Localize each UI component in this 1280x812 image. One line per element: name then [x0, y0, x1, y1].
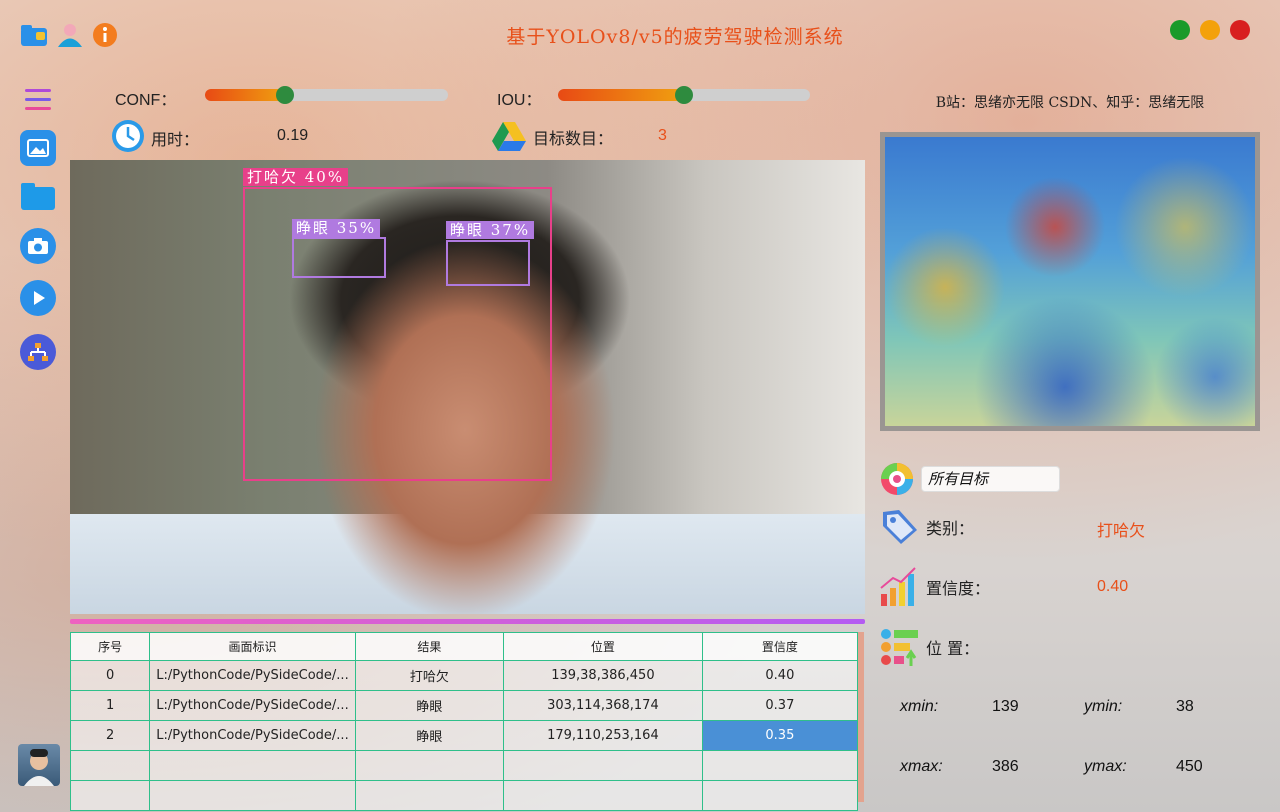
class-label: 类别： [926, 519, 975, 538]
count-label: 目标数目： [533, 129, 614, 148]
ymax-value: 450 [1176, 758, 1203, 775]
xmax-label: xmax: [900, 758, 943, 775]
table-cell[interactable] [69, 780, 151, 811]
iou-slider-fill [558, 89, 684, 101]
column-header[interactable]: 位置 [503, 632, 703, 661]
table-cell[interactable]: 1 [69, 690, 151, 721]
table-cell[interactable]: 睁眼 [354, 720, 505, 751]
minimize-button[interactable] [1170, 20, 1190, 40]
table-cell[interactable] [354, 780, 505, 811]
class-value: 打哈欠 [1097, 521, 1146, 540]
count-value: 3 [658, 127, 667, 144]
detection-box-eye-1 [292, 237, 386, 278]
clock-icon [110, 118, 146, 158]
camera-icon [27, 237, 49, 255]
iou-label: IOU： [497, 92, 542, 109]
ymin-value: 38 [1176, 698, 1194, 715]
close-button[interactable] [1230, 20, 1250, 40]
table-cell[interactable]: 2 [69, 720, 151, 751]
detection-box-eye-2 [446, 240, 530, 286]
table-cell[interactable]: 0.40 [701, 660, 859, 691]
column-header[interactable]: 置信度 [701, 632, 859, 661]
model-button[interactable] [20, 334, 56, 370]
heatmap-view [880, 132, 1260, 431]
column-header[interactable]: 序号 [69, 632, 151, 661]
confidence-value: 0.40 [1097, 578, 1129, 595]
table-row[interactable]: 2 L:/PythonCode/PySideCode/... 睁眼 179,11… [69, 720, 859, 751]
table-cell[interactable] [354, 750, 505, 781]
table-row[interactable]: 1 L:/PythonCode/PySideCode/... 睁眼 303,11… [69, 690, 859, 721]
xmin-value: 139 [992, 698, 1019, 715]
confidence-label: 置信度： [926, 579, 991, 598]
model-tree-icon [27, 342, 49, 362]
table-cell[interactable]: L:/PythonCode/PySideCode/... [149, 660, 356, 691]
table-cell[interactable]: 0 [69, 660, 151, 691]
detection-label-yawn: 打哈欠 40% [243, 168, 349, 186]
user-group-icon[interactable] [56, 22, 84, 52]
column-header[interactable]: 结果 [354, 632, 505, 661]
detection-label-eye-1: 睁眼 35% [292, 219, 381, 237]
bar-chart-icon [879, 566, 919, 612]
table-row[interactable] [69, 750, 859, 781]
table-cell[interactable]: 打哈欠 [354, 660, 505, 691]
results-table: 序号 画面标识 结果 位置 置信度 0 L:/PythonCode/PySide… [69, 632, 859, 811]
image-button[interactable] [20, 130, 56, 166]
tag-icon [879, 506, 919, 550]
table-cell[interactable]: 睁眼 [354, 690, 505, 721]
play-button[interactable] [20, 280, 56, 316]
folder-icon [20, 181, 56, 211]
time-value: 0.19 [277, 127, 309, 144]
conf-label: CONF： [115, 92, 177, 109]
table-cell[interactable] [701, 780, 859, 811]
table-header-row: 序号 画面标识 结果 位置 置信度 [69, 632, 859, 661]
maximize-button[interactable] [1200, 20, 1220, 40]
ymin-label: ymin: [1084, 698, 1123, 715]
table-cell[interactable] [701, 750, 859, 781]
table-cell[interactable] [503, 750, 703, 781]
table-cell[interactable] [149, 780, 356, 811]
credit-text: B站：思绪亦无限 CSDN、知乎：思绪无限 [935, 95, 1205, 111]
folder-person-icon[interactable] [20, 22, 48, 52]
table-cell[interactable]: 303,114,368,174 [503, 690, 703, 721]
info-icon[interactable] [92, 22, 118, 52]
table-cell[interactable] [149, 750, 356, 781]
camera-button[interactable] [20, 228, 56, 264]
image-icon [27, 139, 49, 157]
conf-slider[interactable] [205, 86, 448, 104]
table-cell[interactable] [69, 750, 151, 781]
table-cell[interactable]: 179,110,253,164 [503, 720, 703, 751]
position-icon [879, 626, 921, 672]
xmax-value: 386 [992, 758, 1019, 775]
column-header[interactable]: 画面标识 [149, 632, 356, 661]
table-cell[interactable]: L:/PythonCode/PySideCode/... [149, 690, 356, 721]
app-title: 基于YOLOv8/v5的疲劳驾驶检测系统 [506, 26, 844, 48]
iou-slider[interactable] [558, 86, 810, 104]
detection-label-eye-2: 睁眼 37% [446, 221, 535, 239]
avatar[interactable] [18, 744, 60, 786]
position-label: 位 置： [926, 639, 980, 658]
folder-button[interactable] [20, 178, 56, 214]
iou-slider-handle[interactable] [675, 86, 693, 104]
conf-slider-handle[interactable] [276, 86, 295, 104]
target-select[interactable]: 所有目标 [921, 466, 1060, 492]
progress-bar [70, 619, 865, 624]
menu-icon[interactable] [22, 86, 54, 118]
play-icon [29, 289, 47, 307]
conf-slider-fill [205, 89, 286, 101]
time-label: 用时： [151, 130, 200, 149]
table-row[interactable] [69, 780, 859, 811]
table-row[interactable]: 0 L:/PythonCode/PySideCode/... 打哈欠 139,3… [69, 660, 859, 691]
table-cell[interactable]: 0.37 [701, 690, 859, 721]
main-video-view: 打哈欠 40% 睁眼 35% 睁眼 37% [70, 160, 865, 614]
table-cell[interactable]: L:/PythonCode/PySideCode/... [149, 720, 356, 751]
ymax-label: ymax: [1084, 758, 1127, 775]
table-cell[interactable]: 139,38,386,450 [503, 660, 703, 691]
palette-icon [879, 462, 915, 500]
table-scrollbar[interactable] [858, 632, 864, 802]
table-cell-selected[interactable]: 0.35 [701, 720, 859, 751]
drive-icon [491, 120, 527, 156]
xmin-label: xmin: [900, 698, 939, 715]
table-cell[interactable] [503, 780, 703, 811]
